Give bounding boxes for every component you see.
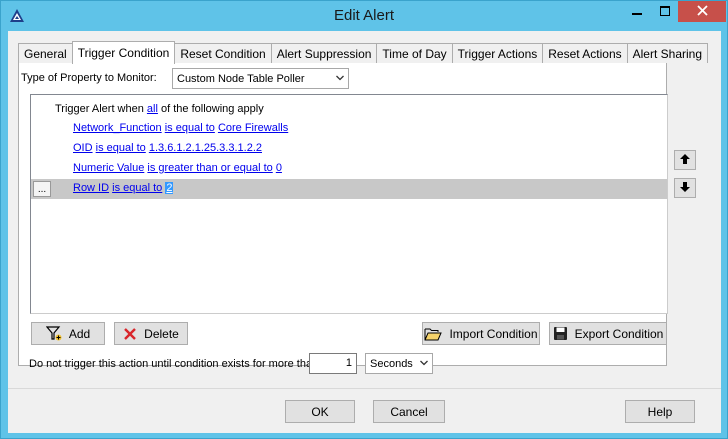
folder-open-icon <box>424 327 443 341</box>
tab-general[interactable]: General <box>18 43 73 63</box>
move-down-button[interactable] <box>674 178 696 198</box>
window-title: Edit Alert <box>333 7 395 24</box>
tab-time-of-day[interactable]: Time of Day <box>376 43 453 63</box>
condition-operator-link[interactable]: is greater than or equal to <box>147 162 272 174</box>
tab-alert-sharing[interactable]: Alert Sharing <box>626 43 709 63</box>
tab-trigger-condition[interactable]: Trigger Condition <box>71 41 176 64</box>
delete-icon <box>123 327 137 341</box>
condition-row: OID is equal to 1.3.6.1.2.1.25.3.3.1.2.2 <box>31 139 667 159</box>
ok-button[interactable]: OK <box>285 400 355 423</box>
maximize-icon <box>659 5 670 19</box>
property-type-select[interactable]: Custom Node Table Poller <box>172 68 349 89</box>
condition-field-link[interactable]: Row ID <box>73 182 109 194</box>
tab-alert-suppression[interactable]: Alert Suppression <box>270 43 378 63</box>
condition-row-selected[interactable]: ... Row ID is equal to 2 <box>31 179 667 199</box>
delete-label: Delete <box>144 326 179 341</box>
condition-header-suffix: of the following apply <box>161 103 264 115</box>
tab-reset-actions[interactable]: Reset Actions <box>542 43 628 63</box>
dialog-body: General Trigger Condition Reset Conditio… <box>8 31 721 433</box>
condition-field-link[interactable]: OID <box>73 142 93 154</box>
help-button[interactable]: Help <box>625 400 695 423</box>
condition-row: Network_Function is equal to Core Firewa… <box>31 119 667 139</box>
row-menu-button[interactable]: ... <box>33 181 51 197</box>
condition-value-link[interactable]: Core Firewalls <box>218 122 288 134</box>
tab-reset-condition[interactable]: Reset Condition <box>174 43 272 63</box>
condition-value-link[interactable]: 2 <box>165 182 174 194</box>
condition-operator-link[interactable]: is equal to <box>112 182 162 194</box>
chevron-down-icon <box>419 358 429 368</box>
condition-row: Numeric Value is greater than or equal t… <box>31 159 667 179</box>
quantifier-link[interactable]: all <box>147 103 158 115</box>
filter-add-icon <box>45 326 62 341</box>
condition-list[interactable]: Trigger Alert when all of the following … <box>30 94 668 314</box>
import-condition-button[interactable]: Import Condition <box>422 322 540 345</box>
arrow-down-icon <box>679 181 691 196</box>
delay-unit-select[interactable]: Seconds <box>365 353 433 374</box>
title-bar[interactable]: Edit Alert <box>1 1 727 31</box>
arrow-up-icon <box>679 153 691 168</box>
move-up-button[interactable] <box>674 150 696 170</box>
condition-operator-link[interactable]: is equal to <box>165 122 215 134</box>
condition-value-link[interactable]: 1.3.6.1.2.1.25.3.3.1.2.2 <box>149 142 262 154</box>
delay-label: Do not trigger this action until conditi… <box>29 358 319 370</box>
close-icon <box>696 4 708 19</box>
minimize-icon <box>631 5 642 19</box>
save-icon <box>553 326 568 341</box>
import-label: Import Condition <box>449 326 538 341</box>
footer-divider <box>8 388 721 389</box>
condition-value-link[interactable]: 0 <box>276 162 282 174</box>
export-condition-button[interactable]: Export Condition <box>549 322 667 345</box>
condition-field-link[interactable]: Numeric Value <box>73 162 144 174</box>
chevron-down-icon <box>335 73 345 83</box>
delay-unit-value: Seconds <box>370 357 413 370</box>
add-condition-button[interactable]: Add <box>31 322 105 345</box>
cancel-button[interactable]: Cancel <box>373 400 445 423</box>
tab-trigger-actions[interactable]: Trigger Actions <box>451 43 544 63</box>
condition-operator-link[interactable]: is equal to <box>96 142 146 154</box>
property-type-label: Type of Property to Monitor: <box>21 72 157 84</box>
condition-header: Trigger Alert when all of the following … <box>55 103 264 115</box>
property-type-value: Custom Node Table Poller <box>177 72 305 85</box>
condition-field-link[interactable]: Network_Function <box>73 122 162 134</box>
maximize-button[interactable] <box>651 1 678 22</box>
edit-alert-window: Edit Alert General Trigger Condition Res… <box>0 0 728 439</box>
condition-header-prefix: Trigger Alert when <box>55 103 144 115</box>
delete-condition-button[interactable]: Delete <box>114 322 188 345</box>
add-label: Add <box>68 326 91 341</box>
close-button[interactable] <box>678 1 726 22</box>
tab-strip: General Trigger Condition Reset Conditio… <box>18 41 709 64</box>
delay-value-input[interactable]: 1 <box>309 353 357 374</box>
export-label: Export Condition <box>574 326 664 341</box>
minimize-button[interactable] <box>623 1 650 22</box>
